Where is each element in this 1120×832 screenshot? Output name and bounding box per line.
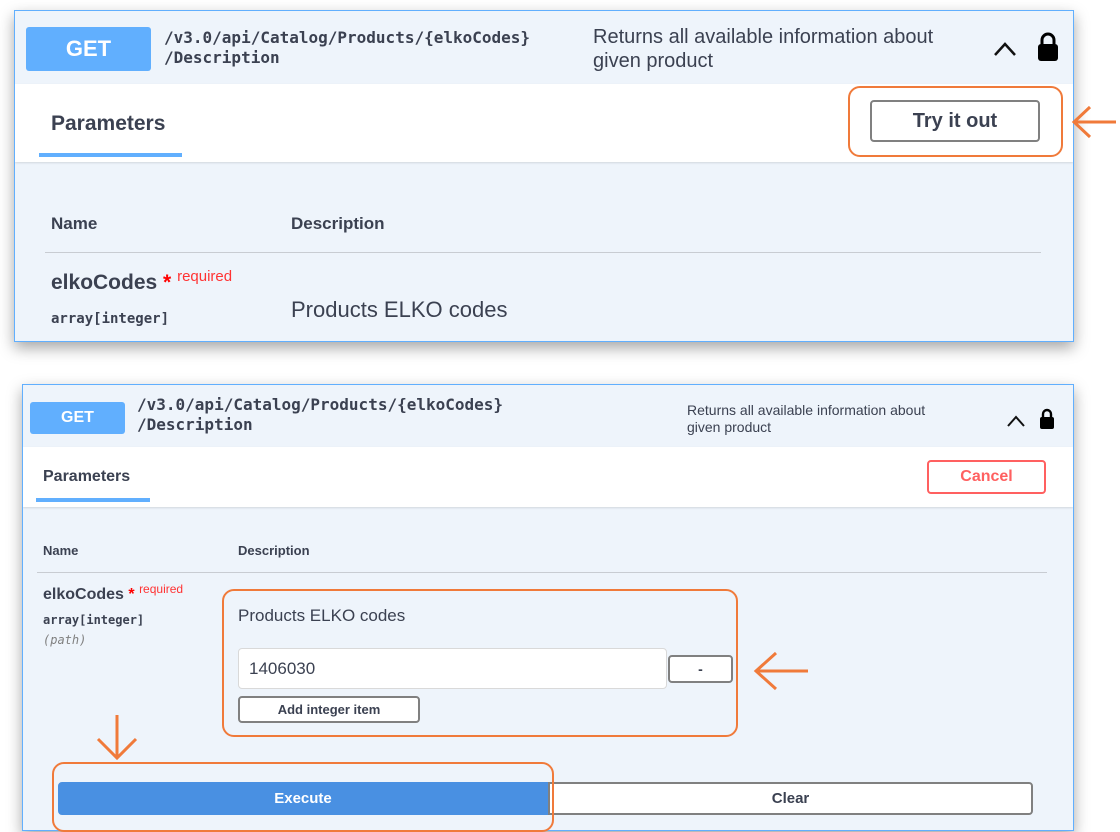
operation-description-line2: given product <box>687 419 772 435</box>
clear-button[interactable]: Clear <box>548 782 1033 815</box>
parameter-name: elkoCodes * required <box>43 582 183 604</box>
operation-description: Returns all available information about … <box>593 25 933 73</box>
column-header-name: Name <box>51 214 98 233</box>
required-label: required <box>139 582 184 596</box>
parameter-description: Products ELKO codes <box>291 297 508 322</box>
operation-summary[interactable]: GET /v3.0/api/Catalog/Products/{elkoCode… <box>23 385 1073 448</box>
tab-parameters[interactable]: Parameters <box>51 112 165 136</box>
tab-parameters[interactable]: Parameters <box>43 468 130 486</box>
parameter-name: elkoCodes * required <box>51 268 233 295</box>
operation-description: Returns all available information about … <box>687 402 925 436</box>
column-header-description: Description <box>291 214 385 233</box>
operation-summary[interactable]: GET /v3.0/api/Catalog/Products/{elkoCode… <box>15 11 1073 85</box>
parameter-input-highlight <box>222 589 738 737</box>
parameter-name-text: elkoCodes <box>43 586 124 603</box>
method-badge: GET <box>26 27 151 71</box>
endpoint-path-line1: /v3.0/api/Catalog/Products/{elkoCodes} <box>164 28 531 47</box>
operation-description-line1: Returns all available information about <box>593 26 934 48</box>
endpoint-path-line1: /v3.0/api/Catalog/Products/{elkoCodes} <box>137 395 504 414</box>
parameters-header: Parameters Cancel <box>23 447 1073 507</box>
endpoint-path-line2: /Description <box>164 48 280 67</box>
chevron-up-icon[interactable] <box>1007 415 1025 427</box>
method-badge: GET <box>30 402 125 434</box>
arrow-left-icon <box>753 651 808 691</box>
required-star: * <box>163 271 172 294</box>
chevron-up-icon[interactable] <box>993 41 1017 57</box>
header-divider <box>37 572 1047 573</box>
execute-highlight <box>52 762 554 832</box>
arrow-down-icon <box>96 715 138 761</box>
operation-description-line2: given product <box>593 50 714 72</box>
column-header-description: Description <box>238 543 310 558</box>
arrow-left-icon <box>1071 105 1116 139</box>
column-header-name: Name <box>43 543 79 558</box>
lock-icon[interactable] <box>1037 32 1059 62</box>
endpoint-path: /v3.0/api/Catalog/Products/{elkoCodes} /… <box>164 28 530 68</box>
parameter-name-text: elkoCodes <box>51 271 158 294</box>
try-it-out-highlight <box>848 86 1063 157</box>
parameter-type: array[integer] <box>43 613 145 627</box>
endpoint-path: /v3.0/api/Catalog/Products/{elkoCodes} /… <box>137 395 503 435</box>
required-label: required <box>177 268 233 285</box>
operation-description-line1: Returns all available information about <box>687 402 926 418</box>
parameter-type: array[integer] <box>51 311 170 327</box>
parameter-location: (path) <box>43 633 87 647</box>
lock-icon[interactable] <box>1039 408 1055 430</box>
cancel-button[interactable]: Cancel <box>927 460 1046 494</box>
endpoint-path-line2: /Description <box>137 415 253 434</box>
top-operation-panel: GET /v3.0/api/Catalog/Products/{elkoCode… <box>14 10 1074 342</box>
header-divider <box>45 252 1041 253</box>
tab-underline <box>39 153 182 157</box>
tab-underline <box>36 498 150 502</box>
required-star: * <box>128 586 135 603</box>
